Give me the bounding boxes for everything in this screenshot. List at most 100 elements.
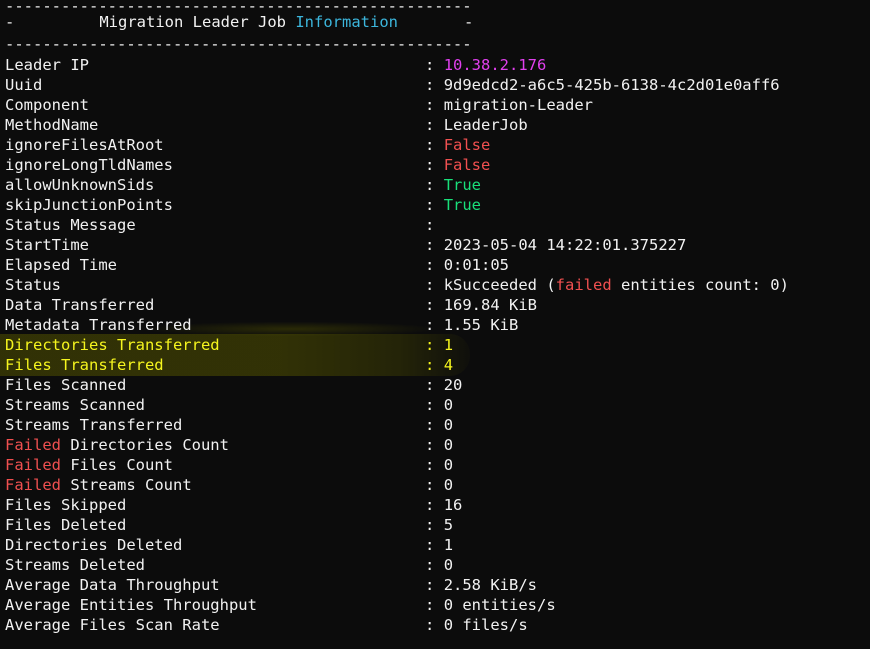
row-value: : 1 — [425, 535, 453, 555]
row-value-text: 0 — [443, 396, 454, 414]
row-value-text: 1.55 KiB — [443, 316, 519, 334]
row-separator: : — [425, 396, 435, 414]
row-value-text: 0 files/s — [443, 616, 528, 634]
row-value-text: 1 — [443, 336, 454, 354]
row-separator: : — [425, 116, 435, 134]
row-separator: : — [425, 196, 435, 214]
row-separator: : — [425, 596, 435, 614]
row-separator: : — [425, 76, 435, 94]
row-separator: : — [425, 136, 435, 154]
row-value-text: 0 — [443, 456, 454, 474]
row-value: : 0 — [425, 475, 453, 495]
row-value-text: 10.38.2.176 — [443, 56, 547, 74]
row-value: : 0 — [425, 555, 453, 575]
row-value: : 20 — [425, 375, 462, 395]
row-value-text: 1 — [443, 536, 454, 554]
row-separator: : — [425, 416, 435, 434]
row-value-text: 0 — [443, 436, 454, 454]
row-value: : 2.58 KiB/s — [425, 575, 537, 595]
row-value-text: entities count: 0) — [611, 276, 789, 294]
row-key: Elapsed Time — [5, 256, 117, 274]
row-separator: : — [425, 456, 435, 474]
row-value: : 1.55 KiB — [425, 315, 518, 335]
row-value: : True — [425, 175, 481, 195]
row-key: Failed Files Count — [5, 455, 173, 475]
row-value: : 169.84 KiB — [425, 295, 537, 315]
row-key: ignoreFilesAtRoot — [5, 136, 164, 154]
row-value-text: 2023-05-04 14:22:01.375227 — [443, 236, 687, 254]
row-separator: : — [425, 256, 435, 274]
row-separator: : — [425, 376, 435, 394]
row-value-text: 169.84 KiB — [443, 296, 538, 314]
row-separator: : — [425, 576, 435, 594]
row-key: MethodName — [5, 116, 99, 134]
row-value: : 2023-05-04 14:22:01.375227 — [425, 235, 686, 255]
row-value-text: 9d9edcd2-a6c5-425b-6138-4c2d01e0aff6 — [443, 76, 780, 94]
terminal-window[interactable]: ----------------------------------------… — [0, 0, 870, 649]
row-key: Files Deleted — [5, 516, 127, 534]
row-value-text: 0 entities/s — [443, 596, 556, 614]
row-key: Streams Transferred — [5, 416, 183, 434]
row-value-text: 20 — [443, 376, 463, 394]
row-value: : 16 — [425, 495, 462, 515]
row-value: : True — [425, 195, 481, 215]
row-value: : 1 — [425, 335, 453, 355]
header-title: Migration Leader Job — [99, 13, 286, 31]
row-value-text: migration-Leader — [443, 96, 593, 114]
row-value-text: True — [443, 176, 482, 194]
row-separator: : — [425, 336, 435, 354]
row-separator: : — [425, 176, 435, 194]
row-key: Status — [5, 276, 61, 294]
row-value: : 0 — [425, 455, 453, 475]
row-separator: : — [425, 156, 435, 174]
header-rule-bottom: ----------------------------------------… — [5, 35, 472, 53]
row-key-label: Streams Count — [61, 476, 192, 494]
row-separator: : — [425, 216, 435, 234]
row-separator: : — [425, 536, 435, 554]
row-value: : 4 — [425, 355, 453, 375]
row-separator: : — [425, 516, 435, 534]
row-value-text: False — [443, 156, 491, 174]
row-key: Streams Deleted — [5, 556, 145, 574]
row-separator: : — [425, 236, 435, 254]
row-key: Data Transferred — [5, 296, 155, 314]
row-value: : False — [425, 155, 490, 175]
row-key: Failed Streams Count — [5, 475, 192, 495]
row-key: Directories Transferred — [5, 336, 220, 354]
row-separator: : — [425, 496, 435, 514]
row-value-text: 2.58 KiB/s — [443, 576, 538, 594]
row-value-text: LeaderJob — [443, 116, 528, 134]
row-value-text: 4 — [443, 356, 454, 374]
row-value: : 10.38.2.176 — [425, 55, 546, 75]
row-key-failed-label: Failed — [5, 476, 61, 494]
row-value-text: 16 — [443, 496, 463, 514]
row-separator: : — [425, 316, 435, 334]
row-key: Average Data Throughput — [5, 576, 220, 594]
row-value-failed: failed — [555, 276, 612, 294]
row-separator: : — [425, 96, 435, 114]
row-key: Average Files Scan Rate — [5, 616, 220, 634]
row-value: : 0 entities/s — [425, 595, 556, 615]
row-key: Streams Scanned — [5, 396, 145, 414]
row-separator: : — [425, 356, 435, 374]
row-key-failed-label: Failed — [5, 456, 61, 474]
row-key: Status Message — [5, 216, 136, 234]
row-separator: : — [425, 556, 435, 574]
row-key: Files Skipped — [5, 496, 127, 514]
row-value: : 0 files/s — [425, 615, 528, 635]
row-value-text: 5 — [443, 516, 454, 534]
row-value: : LeaderJob — [425, 115, 528, 135]
row-value-text: False — [443, 136, 491, 154]
row-separator: : — [425, 56, 435, 74]
row-value-text: True — [443, 196, 482, 214]
row-key: allowUnknownSids — [5, 176, 155, 194]
row-value: : False — [425, 135, 490, 155]
header-right-dash: - — [463, 13, 474, 31]
row-key: Component — [5, 96, 89, 114]
row-separator: : — [425, 476, 435, 494]
row-value: : 0:01:05 — [425, 255, 509, 275]
row-key: Failed Directories Count — [5, 435, 229, 455]
header-title-accent: Information — [295, 13, 398, 31]
row-value: : 0 — [425, 415, 453, 435]
row-separator: : — [425, 276, 435, 294]
